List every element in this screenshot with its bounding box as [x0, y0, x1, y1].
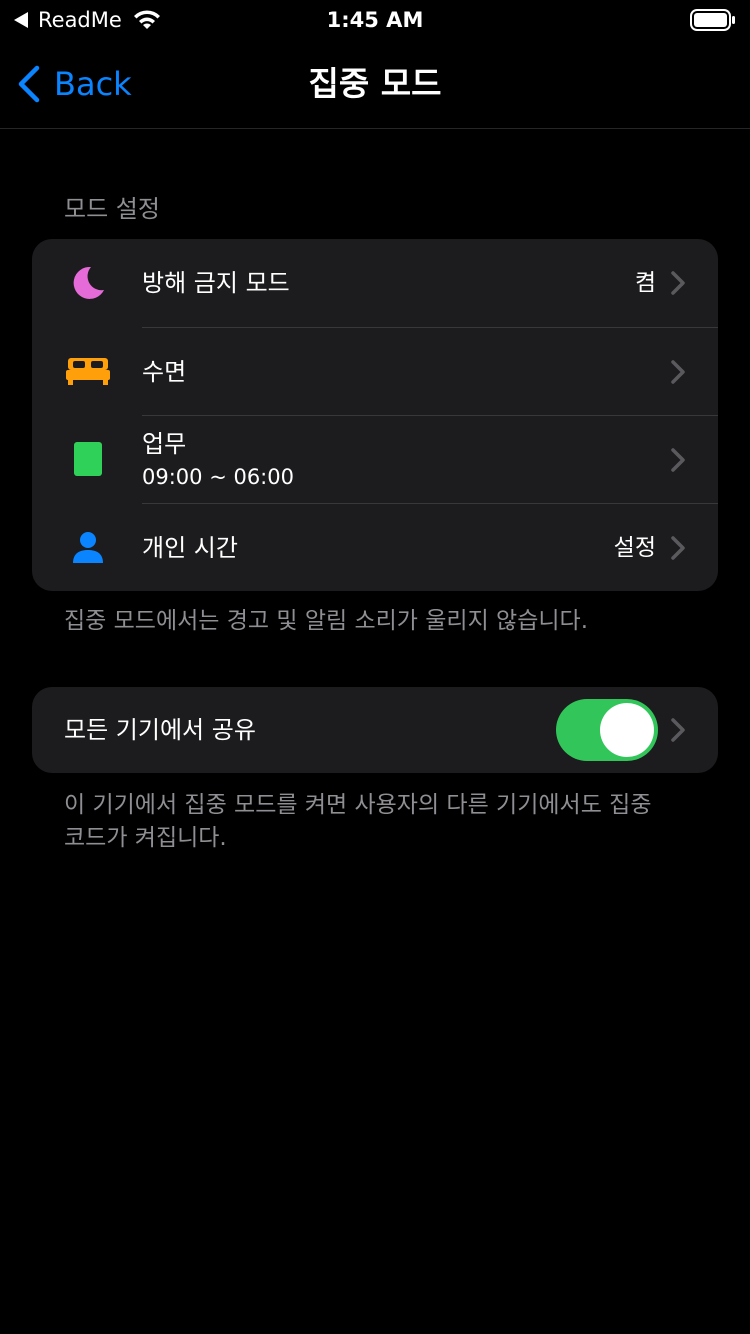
chevron-right-icon: [671, 359, 685, 384]
mode-status: 설정: [613, 534, 656, 561]
status-bar: ReadMe 1:45 AM: [0, 0, 750, 40]
page-title: 집중 모드: [308, 64, 442, 103]
mode-row-work[interactable]: 업무 09:00 ~ 06:00: [32, 415, 718, 503]
share-toggle[interactable]: [556, 699, 658, 761]
share-across-devices-row[interactable]: 모든 기기에서 공유: [32, 687, 718, 773]
mode-label: 업무: [142, 429, 187, 458]
mode-schedule: 09:00 ~ 06:00: [142, 464, 294, 489]
modes-list: 방해 금지 모드 켬 수면 업무 09:00 ~ 06:00 개인 시간 설정: [32, 239, 718, 591]
chevron-right-icon: [671, 718, 685, 742]
mode-row-do-not-disturb[interactable]: 방해 금지 모드 켬: [32, 239, 718, 327]
chevron-right-icon: [671, 535, 685, 560]
share-label: 모든 기기에서 공유: [64, 716, 256, 744]
share-footer-line-1: 이 기기에서 집중 모드를 켜면 사용자의 다른 기기에서도 집중: [64, 792, 652, 818]
toggle-knob: [600, 703, 654, 757]
mode-row-sleep[interactable]: 수면: [32, 327, 718, 415]
chevron-right-icon: [671, 447, 685, 472]
share-footer-line-2: 코드가 켜집니다.: [64, 825, 227, 851]
share-footer: 이 기기에서 집중 모드를 켜면 사용자의 다른 기기에서도 집중 코드가 켜집…: [64, 789, 704, 855]
section-header-modes: 모드 설정: [64, 195, 160, 223]
mode-label: 개인 시간: [142, 533, 238, 562]
mode-label: 수면: [142, 357, 187, 386]
mode-status: 켬: [634, 270, 656, 296]
modes-footer: 집중 모드에서는 경고 및 알림 소리가 울리지 않습니다.: [64, 608, 589, 634]
person-icon: [66, 527, 110, 567]
work-badge-icon: [66, 439, 110, 479]
navigation-bar: Back 집중 모드: [0, 40, 750, 129]
status-time: 1:45 AM: [326, 8, 424, 32]
mode-row-personal[interactable]: 개인 시간 설정: [32, 503, 718, 591]
battery-icon: [690, 9, 735, 31]
mode-label: 방해 금지 모드: [142, 269, 290, 297]
chevron-right-icon: [671, 271, 685, 295]
moon-icon: [66, 263, 110, 303]
bed-icon: [66, 351, 110, 391]
